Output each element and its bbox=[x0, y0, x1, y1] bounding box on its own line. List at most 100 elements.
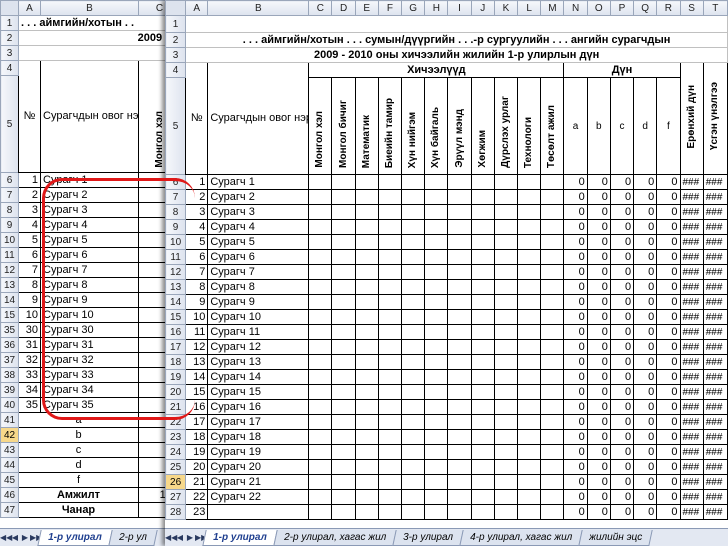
row-header[interactable]: 26 bbox=[165, 474, 187, 490]
subject-score-cell[interactable] bbox=[401, 474, 426, 490]
column-header[interactable]: B bbox=[207, 0, 310, 16]
grade-count-cell[interactable]: 0 bbox=[586, 384, 611, 400]
subject-score-cell[interactable] bbox=[447, 489, 472, 505]
subject-score-cell[interactable] bbox=[331, 414, 356, 430]
grade-count-cell[interactable]: 0 bbox=[656, 204, 681, 220]
grade-count-cell[interactable]: 0 bbox=[563, 204, 588, 220]
student-number[interactable]: 4 bbox=[185, 219, 209, 235]
subject-score-cell[interactable] bbox=[517, 234, 542, 250]
student-number[interactable]: 11 bbox=[185, 324, 209, 340]
grade-count-cell[interactable]: 0 bbox=[609, 264, 635, 280]
summary-label[interactable]: Амжилт bbox=[18, 487, 139, 503]
subject-score-cell[interactable] bbox=[493, 474, 519, 490]
row-header[interactable]: 5 bbox=[165, 77, 187, 175]
student-number[interactable]: 4 bbox=[18, 217, 41, 233]
grade-count-cell[interactable]: 0 bbox=[586, 399, 611, 415]
subject-score-cell[interactable] bbox=[517, 399, 542, 415]
student-number[interactable]: 16 bbox=[185, 399, 209, 415]
subject-score-cell[interactable] bbox=[424, 189, 449, 205]
subject-score-cell[interactable] bbox=[517, 384, 542, 400]
student-name[interactable]: Сурагч 3 bbox=[40, 202, 139, 218]
subject-score-cell[interactable] bbox=[401, 504, 426, 520]
subject-score-cell[interactable] bbox=[540, 429, 565, 445]
row-header[interactable]: 23 bbox=[165, 429, 187, 445]
overall-grade-cell[interactable]: ### bbox=[679, 369, 704, 385]
subject-score-cell[interactable] bbox=[493, 354, 519, 370]
subject-score-cell[interactable] bbox=[354, 249, 379, 265]
grade-count-cell[interactable]: 0 bbox=[563, 369, 588, 385]
letter-grade-cell[interactable]: ### bbox=[702, 339, 728, 355]
overall-grade-cell[interactable]: ### bbox=[679, 234, 704, 250]
subject-score-cell[interactable] bbox=[331, 369, 356, 385]
grade-count-cell[interactable]: 0 bbox=[633, 279, 658, 295]
subject-score-cell[interactable] bbox=[424, 489, 449, 505]
subject-score-cell[interactable] bbox=[354, 459, 379, 475]
subject-score-cell[interactable] bbox=[470, 204, 495, 220]
subject-score-cell[interactable] bbox=[540, 474, 565, 490]
row-header[interactable]: 22 bbox=[165, 414, 187, 430]
overall-grade-cell[interactable]: ### bbox=[679, 444, 704, 460]
row-header[interactable]: 10 bbox=[0, 232, 19, 248]
row-header[interactable]: 4 bbox=[165, 62, 187, 78]
tab-3-r-uliral[interactable]: 3-р улирал bbox=[392, 529, 464, 546]
student-name[interactable]: Сурагч 20 bbox=[207, 459, 310, 475]
subject-score-cell[interactable] bbox=[540, 309, 565, 325]
column-header[interactable]: L bbox=[517, 0, 542, 16]
grade-count-cell[interactable]: 0 bbox=[633, 204, 658, 220]
grade-count-cell[interactable]: 0 bbox=[563, 294, 588, 310]
grade-count-cell[interactable]: 0 bbox=[656, 339, 681, 355]
row-header[interactable]: 14 bbox=[165, 294, 187, 310]
subject-score-cell[interactable] bbox=[401, 249, 426, 265]
grade-count-cell[interactable]: 0 bbox=[609, 219, 635, 235]
grade-count-cell[interactable]: 0 bbox=[633, 399, 658, 415]
subject-score-cell[interactable] bbox=[354, 354, 379, 370]
grade-count-cell[interactable]: 0 bbox=[609, 339, 635, 355]
student-number[interactable]: 20 bbox=[185, 459, 209, 475]
grade-count-cell[interactable]: 0 bbox=[609, 489, 635, 505]
grade-count-cell[interactable]: 0 bbox=[609, 309, 635, 325]
grade-count-cell[interactable]: 0 bbox=[633, 234, 658, 250]
grade-count-cell[interactable]: 0 bbox=[563, 504, 588, 520]
subject-score-cell[interactable] bbox=[377, 294, 403, 310]
student-name[interactable]: Сурагч 4 bbox=[40, 217, 139, 233]
subject-score-cell[interactable] bbox=[331, 249, 356, 265]
row-header[interactable]: 25 bbox=[165, 459, 187, 475]
student-number[interactable]: 15 bbox=[185, 384, 209, 400]
row-header[interactable]: 4 bbox=[0, 60, 19, 76]
grade-count-cell[interactable]: 0 bbox=[633, 354, 658, 370]
subject-score-cell[interactable] bbox=[540, 204, 565, 220]
student-number[interactable]: 12 bbox=[185, 339, 209, 355]
grade-count-cell[interactable]: 0 bbox=[656, 504, 681, 520]
student-name[interactable]: Сурагч 22 bbox=[207, 489, 310, 505]
subject-score-cell[interactable] bbox=[540, 354, 565, 370]
subject-score-cell[interactable] bbox=[354, 204, 379, 220]
student-name[interactable]: Сурагч 11 bbox=[207, 324, 310, 340]
column-header[interactable]: J bbox=[470, 0, 495, 16]
subject-score-cell[interactable] bbox=[401, 324, 426, 340]
subject-score-cell[interactable] bbox=[517, 189, 542, 205]
subject-score-cell[interactable] bbox=[493, 384, 519, 400]
subject-score-cell[interactable] bbox=[540, 384, 565, 400]
subject-score-cell[interactable] bbox=[447, 459, 472, 475]
subject-score-cell[interactable] bbox=[308, 264, 333, 280]
subject-score-cell[interactable] bbox=[424, 279, 449, 295]
subject-score-cell[interactable] bbox=[377, 324, 403, 340]
subject-score-cell[interactable] bbox=[401, 219, 426, 235]
subject-score-cell[interactable] bbox=[354, 264, 379, 280]
overall-grade-cell[interactable]: ### bbox=[679, 264, 704, 280]
subject-score-cell[interactable] bbox=[493, 459, 519, 475]
row-header[interactable]: 10 bbox=[165, 234, 187, 250]
student-number[interactable]: 2 bbox=[18, 187, 41, 203]
column-header[interactable]: O bbox=[586, 0, 611, 16]
student-number[interactable]: 6 bbox=[18, 247, 41, 263]
row-header[interactable]: 11 bbox=[0, 247, 19, 263]
subject-score-cell[interactable] bbox=[354, 489, 379, 505]
subject-score-cell[interactable] bbox=[401, 189, 426, 205]
row-header[interactable]: 11 bbox=[165, 249, 187, 265]
grade-count-cell[interactable]: 0 bbox=[609, 474, 635, 490]
summary-label[interactable]: c bbox=[18, 442, 139, 458]
student-number[interactable]: 22 bbox=[185, 489, 209, 505]
subject-score-cell[interactable] bbox=[377, 279, 403, 295]
grade-count-cell[interactable]: 0 bbox=[563, 279, 588, 295]
row-header[interactable]: 19 bbox=[165, 369, 187, 385]
